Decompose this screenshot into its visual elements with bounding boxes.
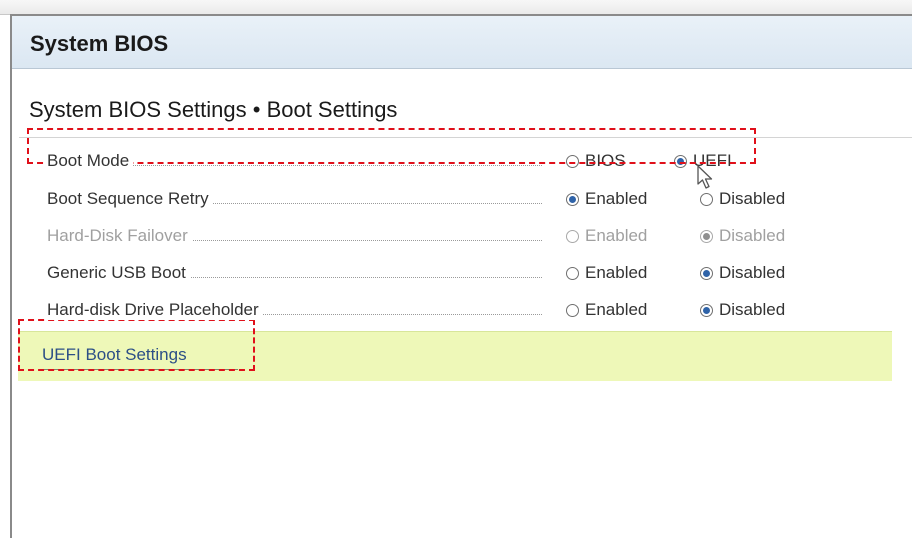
radio-button-icon [566,229,579,243]
setting-row-boot-sequence-retry: Boot Sequence Retry Enabled Disabled [12,184,912,214]
radio-option-label: Enabled [585,226,648,245]
setting-row-boot-mode: Boot Mode BIOS UEFI [12,146,912,176]
radio-button-icon[interactable] [674,154,687,168]
radio-button-icon[interactable] [566,303,579,317]
setting-row-hard-disk-drive-placeholder: Hard-disk Drive Placeholder Enabled Disa… [12,295,912,325]
mouse-pointer-icon [697,165,713,189]
radio-option-label: BIOS [585,151,626,170]
top-strip [0,0,912,15]
radio-option-disabled[interactable]: Disabled [700,189,785,209]
link-underline [42,369,238,370]
radio-option-label: Disabled [719,263,786,282]
setting-label: Generic USB Boot [47,263,190,283]
section-divider [19,137,912,138]
radio-option-bios[interactable]: BIOS [566,151,626,171]
submenu-row-uefi-boot-settings[interactable]: UEFI Boot Settings [18,331,892,381]
radio-option-enabled: Enabled [566,226,647,246]
title-bar: System BIOS [12,16,912,69]
radio-option-label: Disabled [719,189,786,208]
radio-button-icon [700,229,713,243]
radio-option-disabled[interactable]: Disabled [700,263,785,283]
setting-row-generic-usb-boot: Generic USB Boot Enabled Disabled [12,258,912,288]
setting-label: Hard-disk Drive Placeholder [47,300,263,320]
setting-label: Hard-Disk Failover [47,226,192,246]
setting-row-hard-disk-failover: Hard-Disk Failover Enabled Disabled [12,221,912,251]
radio-button-icon[interactable] [566,266,579,280]
radio-option-enabled[interactable]: Enabled [566,189,647,209]
page-title: System BIOS Settings • Boot Settings [29,97,398,122]
uefi-boot-settings-link[interactable]: UEFI Boot Settings [42,345,187,365]
radio-button-icon[interactable] [700,192,713,206]
radio-option-label: Enabled [585,300,648,319]
radio-option-enabled[interactable]: Enabled [566,300,647,320]
setting-label: Boot Sequence Retry [47,189,213,209]
radio-option-label: Enabled [585,263,648,282]
bios-window: System BIOS System BIOS Settings • Boot … [10,14,912,538]
radio-button-icon[interactable] [700,303,713,317]
radio-option-enabled[interactable]: Enabled [566,263,647,283]
radio-option-label: Enabled [585,189,648,208]
radio-option-disabled: Disabled [700,226,785,246]
radio-button-icon[interactable] [566,192,579,206]
window-title: System BIOS [30,31,169,56]
radio-option-label: Disabled [719,300,786,319]
radio-button-icon[interactable] [700,266,713,280]
screen: System BIOS System BIOS Settings • Boot … [0,0,912,538]
setting-label: Boot Mode [47,151,134,171]
radio-option-label: Disabled [719,226,786,245]
radio-button-icon[interactable] [566,154,579,168]
radio-option-disabled[interactable]: Disabled [700,300,785,320]
